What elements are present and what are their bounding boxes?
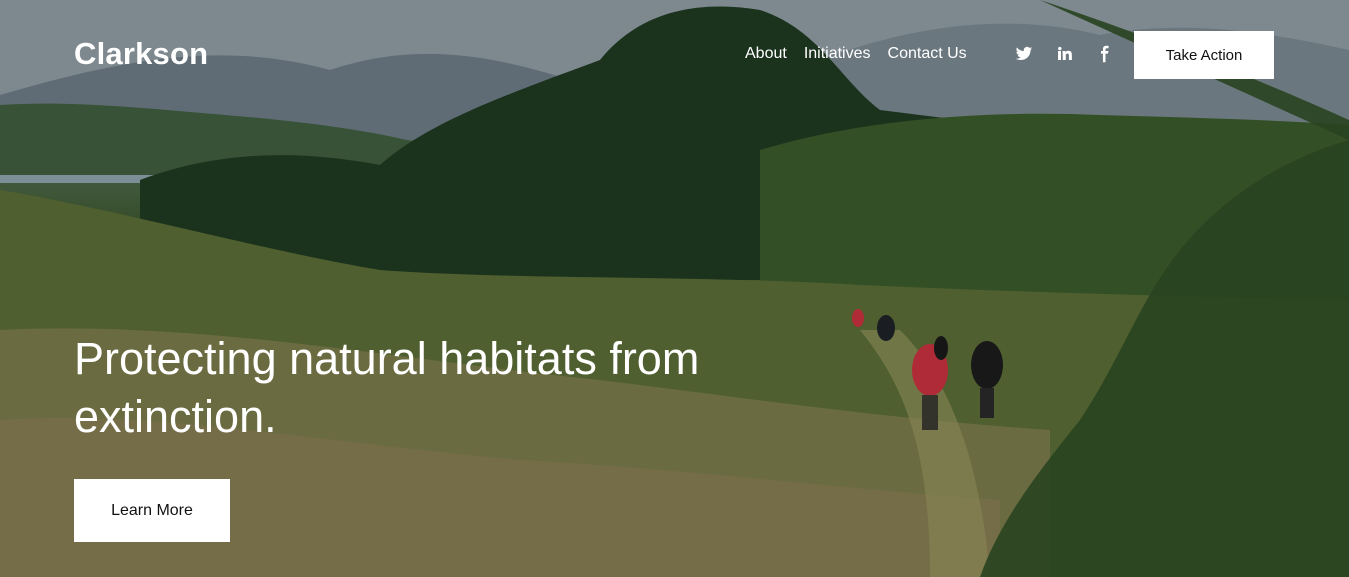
learn-more-button[interactable]: Learn More [74,479,230,542]
social-links [1015,45,1113,63]
hero-section: Clarkson About Initiatives Contact Us Ta… [0,0,1349,577]
hero-headline: Protecting natural habitats from extinct… [74,333,700,442]
take-action-button[interactable]: Take Action [1134,31,1274,79]
linkedin-icon[interactable] [1055,45,1073,63]
nav-about[interactable]: About [745,45,787,63]
main-nav: About Initiatives Contact Us [745,45,967,63]
nav-contact-us[interactable]: Contact Us [888,45,967,63]
twitter-icon[interactable] [1015,45,1033,63]
facebook-icon[interactable] [1095,45,1113,63]
nav-initiatives[interactable]: Initiatives [804,45,871,63]
brand-logo[interactable]: Clarkson [74,36,208,72]
